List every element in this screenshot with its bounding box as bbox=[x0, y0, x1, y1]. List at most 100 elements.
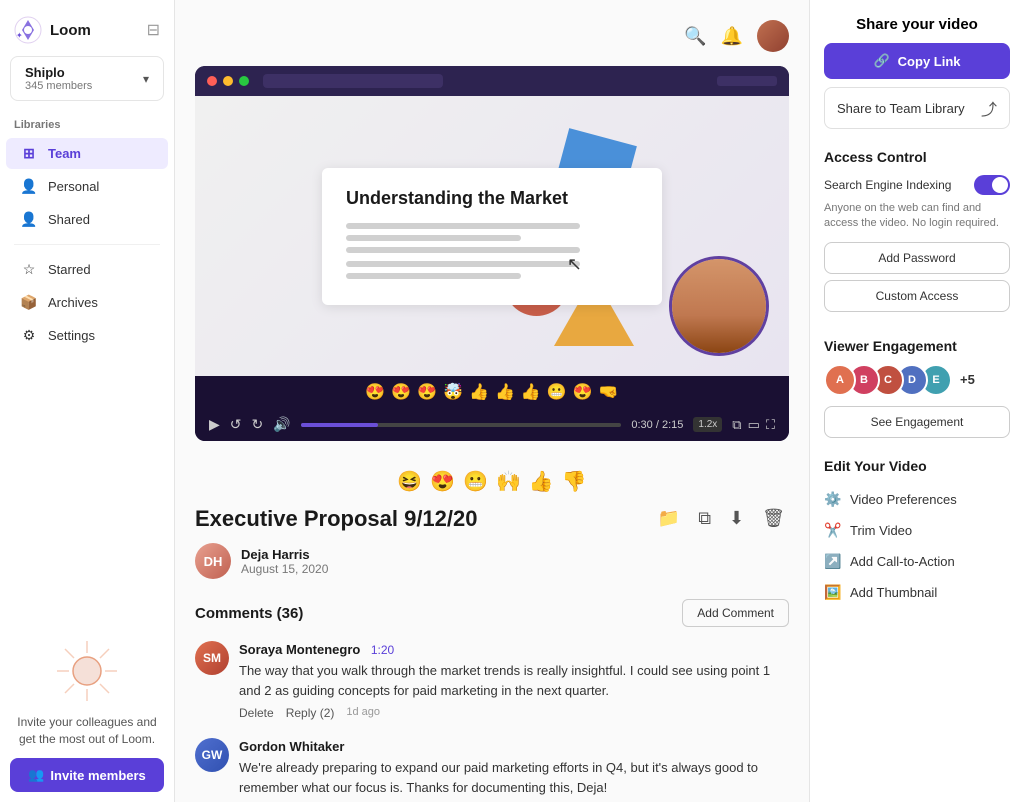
sidebar-item-starred[interactable]: ☆ Starred bbox=[6, 254, 168, 285]
comment-soraya-timestamp[interactable]: 1:20 bbox=[371, 643, 394, 657]
volume-button[interactable]: 🔊 bbox=[273, 416, 290, 433]
video-preferences-item[interactable]: ⚙️ Video Preferences bbox=[824, 484, 1010, 515]
add-password-button[interactable]: Add Password bbox=[824, 242, 1010, 274]
custom-access-button[interactable]: Custom Access bbox=[824, 280, 1010, 312]
copy-link-button[interactable]: 🔗 Copy Link bbox=[824, 43, 1010, 79]
reaction-2: 😍 bbox=[430, 469, 455, 494]
author-name: Deja Harris bbox=[241, 547, 328, 562]
libraries-label: Libraries bbox=[0, 115, 174, 137]
toggle-knob bbox=[992, 177, 1008, 193]
sidebar-item-team-label: Team bbox=[48, 146, 81, 161]
trim-icon: ✂️ bbox=[824, 522, 842, 539]
comments-title: Comments (36) bbox=[195, 605, 303, 622]
chevron-down-icon: ▾ bbox=[143, 72, 149, 86]
top-header: 🔍 🔔 bbox=[195, 20, 789, 52]
access-control-title: Access Control bbox=[824, 149, 1010, 165]
avatar-soraya: SM bbox=[195, 641, 229, 675]
trim-video-item[interactable]: ✂️ Trim Video bbox=[824, 515, 1010, 546]
access-control-section: Access Control Search Engine Indexing An… bbox=[824, 149, 1010, 318]
folder-button[interactable]: 📁 bbox=[654, 504, 684, 533]
emoji-4: 🤯 bbox=[443, 382, 463, 402]
notifications-button[interactable]: 🔔 bbox=[721, 20, 743, 52]
rewind-button[interactable]: ↺ bbox=[230, 416, 242, 433]
thumbnail-item[interactable]: 🖼️ Add Thumbnail bbox=[824, 577, 1010, 608]
browser-bar bbox=[195, 66, 789, 96]
sunburst-icon bbox=[52, 636, 122, 706]
copy-link-label: Copy Link bbox=[898, 54, 961, 69]
presenter-face bbox=[672, 259, 766, 353]
user-avatar[interactable] bbox=[757, 20, 789, 52]
forward-button[interactable]: ↻ bbox=[252, 416, 264, 433]
fullscreen-button[interactable]: ⛶ bbox=[766, 417, 775, 433]
time-current: 0:30 bbox=[631, 419, 652, 431]
comment-soraya-text: The way that you walk through the market… bbox=[239, 661, 789, 700]
speed-badge[interactable]: 1.2x bbox=[693, 417, 722, 432]
indexing-desc: Anyone on the web can find and access th… bbox=[824, 201, 1010, 232]
reaction-6: 👎 bbox=[562, 469, 587, 494]
trim-video-label: Trim Video bbox=[850, 523, 912, 538]
workspace-selector[interactable]: Shiplo 345 members ▾ bbox=[10, 56, 164, 101]
progress-bar[interactable] bbox=[301, 423, 622, 427]
edit-video-title: Edit Your Video bbox=[824, 458, 1010, 474]
slide-line-3 bbox=[346, 247, 580, 253]
see-engagement-button[interactable]: See Engagement bbox=[824, 406, 1010, 438]
sidebar-item-team[interactable]: ⊞ Team bbox=[6, 138, 168, 169]
emoji-3: 😍 bbox=[417, 382, 437, 402]
comment-soraya-author: Soraya Montenegro bbox=[239, 642, 360, 657]
comments-section: Comments (36) Add Comment SM Soraya Mont… bbox=[195, 599, 789, 802]
reaction-1: 😆 bbox=[397, 469, 422, 494]
slide-line-2 bbox=[346, 235, 521, 241]
video-controls: ▶ ↺ ↻ 🔊 0:30 / 2:15 1.2x ⧉ ▭ ⛶ bbox=[195, 408, 789, 441]
download-button[interactable]: ⬇ bbox=[725, 504, 748, 533]
link-icon: 🔗 bbox=[873, 53, 889, 69]
sidebar-bottom: Invite your colleagues and get the most … bbox=[0, 626, 174, 802]
video-preferences-label: Video Preferences bbox=[850, 492, 957, 507]
author-date: August 15, 2020 bbox=[241, 562, 328, 576]
settings-icon: ⚙ bbox=[20, 327, 38, 344]
emoji-9: 😍 bbox=[573, 382, 593, 402]
right-panel: Share your video 🔗 Copy Link Share to Te… bbox=[809, 0, 1024, 802]
share-section: Share your video 🔗 Copy Link Share to Te… bbox=[824, 16, 1010, 129]
video-reactions: 😆 😍 😬 🙌 👍 👎 bbox=[195, 459, 789, 504]
share-team-icon-button[interactable]: ⤴ bbox=[981, 96, 997, 120]
sidebar-item-settings[interactable]: ⚙ Settings bbox=[6, 320, 168, 351]
play-button[interactable]: ▶ bbox=[209, 416, 220, 433]
pip-button[interactable]: ⧉ bbox=[732, 417, 741, 433]
indexing-toggle[interactable] bbox=[974, 175, 1010, 195]
invite-button-label: Invite members bbox=[50, 768, 145, 783]
add-comment-button[interactable]: Add Comment bbox=[682, 599, 789, 627]
indexing-label: Search Engine Indexing bbox=[824, 178, 951, 192]
theater-button[interactable]: ▭ bbox=[748, 417, 760, 433]
cta-label: Add Call-to-Action bbox=[850, 554, 955, 569]
sidebar-item-shared[interactable]: 👤 Shared bbox=[6, 204, 168, 235]
delete-button[interactable]: 🗑 bbox=[758, 504, 789, 533]
shared-icon: 👤 bbox=[20, 211, 38, 228]
reply-comment-button[interactable]: Reply (2) bbox=[286, 706, 335, 720]
delete-comment-button[interactable]: Delete bbox=[239, 706, 274, 720]
time-total: 2:15 bbox=[662, 419, 683, 431]
copy-button[interactable]: ⧉ bbox=[694, 504, 715, 533]
comment-soraya-header: Soraya Montenegro 1:20 bbox=[239, 641, 789, 659]
sidebar-toggle-icon[interactable]: ⊟ bbox=[147, 20, 160, 40]
comment-soraya-actions: Delete Reply (2) 1d ago bbox=[239, 706, 789, 720]
view-controls: ⧉ ▭ ⛶ bbox=[732, 417, 775, 433]
invite-members-button[interactable]: 👥 Invite members bbox=[10, 758, 164, 792]
emoji-6: 👍 bbox=[495, 382, 515, 402]
sidebar-item-archives[interactable]: 📦 Archives bbox=[6, 287, 168, 318]
indexing-row: Search Engine Indexing bbox=[824, 175, 1010, 195]
main-content: 🔍 🔔 Understanding the Market ↖ bbox=[175, 0, 809, 802]
emoji-2: 😍 bbox=[391, 382, 411, 402]
time-display: 0:30 / 2:15 bbox=[631, 419, 683, 431]
presenter-circle bbox=[669, 256, 769, 356]
personal-icon: 👤 bbox=[20, 178, 38, 195]
sidebar-item-personal[interactable]: 👤 Personal bbox=[6, 171, 168, 202]
reaction-3: 😬 bbox=[463, 469, 488, 494]
sidebar-item-settings-label: Settings bbox=[48, 328, 95, 343]
video-title-row: Executive Proposal 9/12/20 📁 ⧉ ⬇ 🗑 bbox=[195, 504, 789, 533]
cta-item[interactable]: ↗️ Add Call-to-Action bbox=[824, 546, 1010, 577]
loom-logo-icon: ✦ bbox=[14, 16, 42, 44]
emoji-bar: 😍 😍 😍 🤯 👍 👍 👍 😬 😍 🤜 bbox=[195, 376, 789, 408]
search-button[interactable]: 🔍 bbox=[684, 20, 706, 52]
logo-area: ✦ Loom ⊟ bbox=[0, 0, 174, 56]
video-title: Executive Proposal 9/12/20 bbox=[195, 506, 644, 532]
